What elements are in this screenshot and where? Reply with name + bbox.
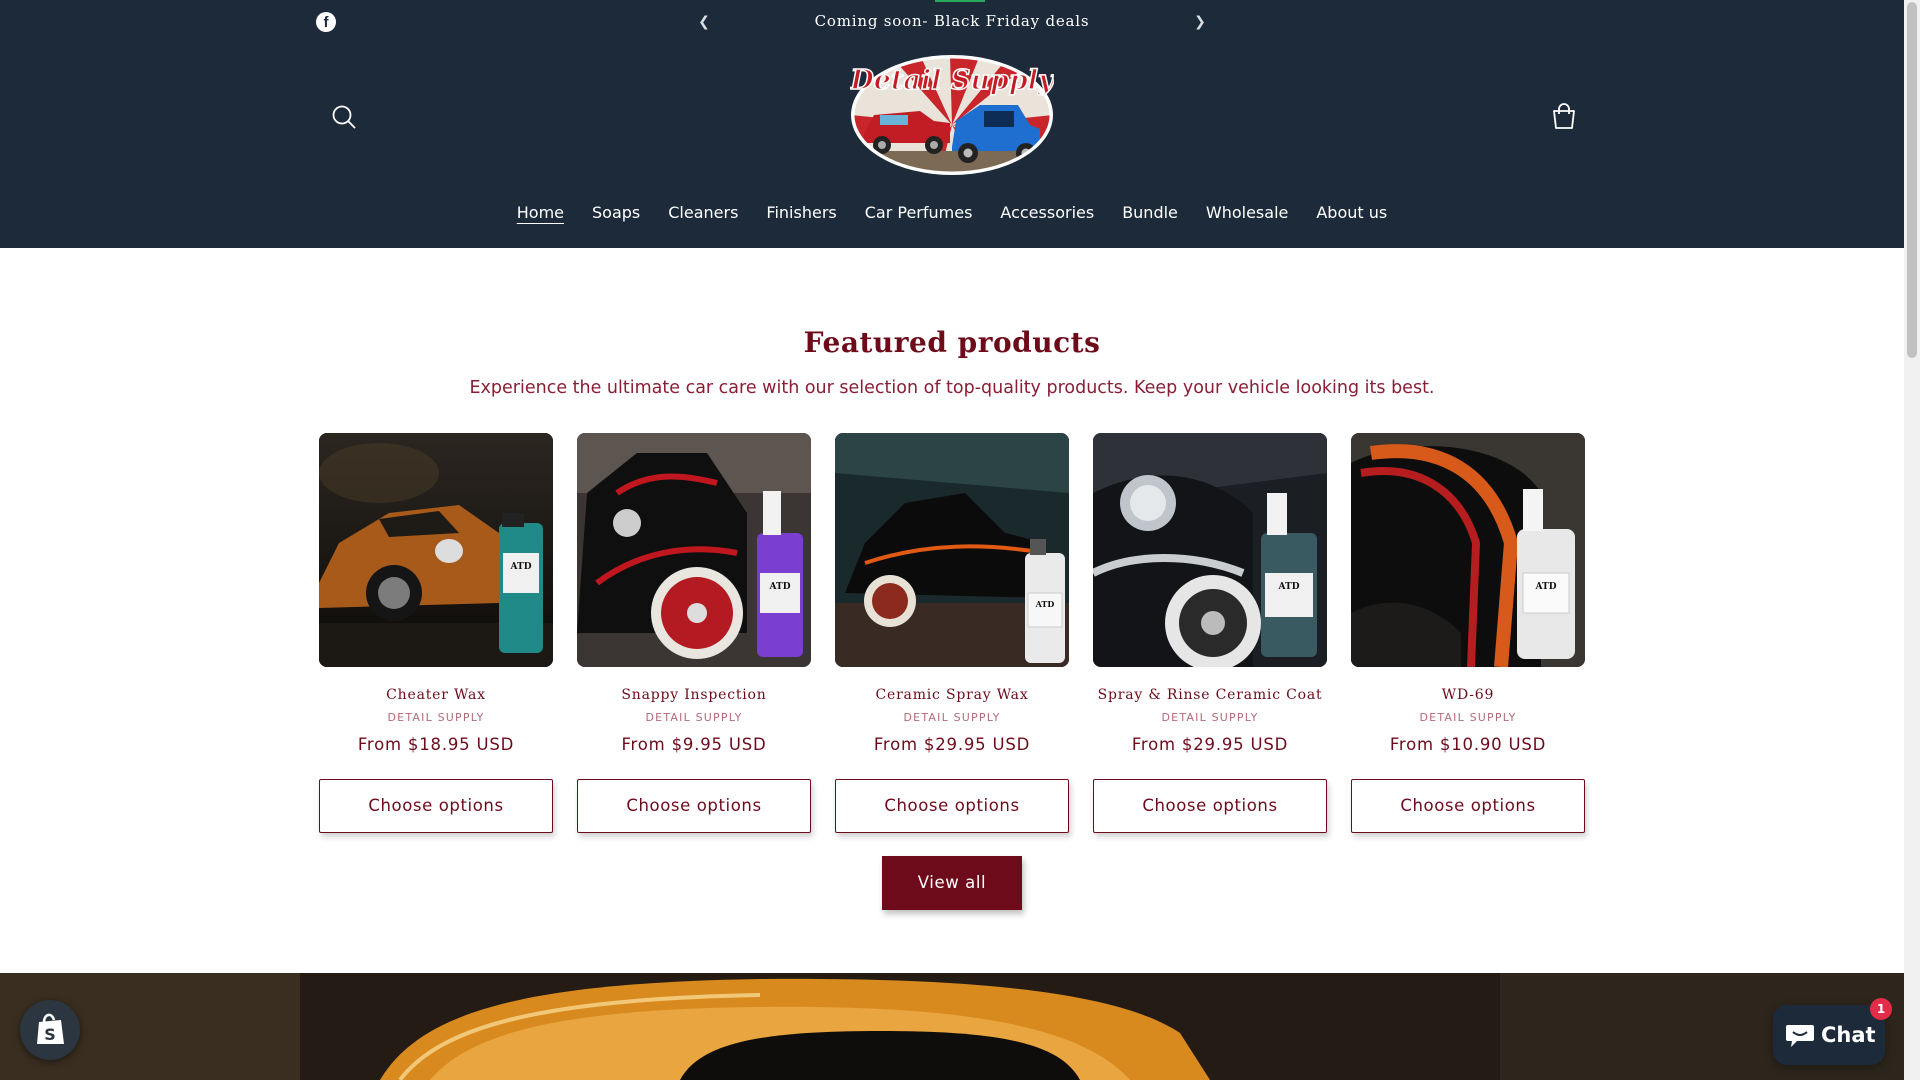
logo-text: Detail Supply: [850, 65, 1054, 96]
product-name[interactable]: Spray & Rinse Ceramic Coat: [1083, 687, 1337, 703]
nav-item-finishers[interactable]: Finishers: [752, 203, 850, 223]
announcement-bar: f ❮ Coming soon- Black Friday deals ❯: [0, 0, 1904, 43]
search-icon[interactable]: [326, 99, 362, 135]
product-name[interactable]: WD-69: [1341, 687, 1595, 703]
product-card: ATD Spray & Rinse Ceramic Coat DETAIL SU…: [1093, 433, 1327, 833]
product-price: From $18.95 USD: [357, 735, 515, 754]
product-image[interactable]: ATD: [1093, 433, 1327, 667]
product-image-label: ATD: [769, 582, 791, 592]
choose-options-button[interactable]: Choose options: [835, 779, 1069, 833]
choose-options-button[interactable]: Choose options: [319, 779, 553, 833]
featured-subtitle: Experience the ultimate car care with ou…: [469, 378, 1435, 398]
choose-options-button[interactable]: Choose options: [1351, 779, 1585, 833]
page-scrollbar[interactable]: [1904, 0, 1920, 1080]
chat-bubble-icon: [1786, 1025, 1814, 1047]
product-image[interactable]: ATD: [319, 433, 553, 667]
product-vendor: DETAIL SUPPLY: [1161, 711, 1259, 724]
product-vendor: DETAIL SUPPLY: [645, 711, 743, 724]
view-all-button[interactable]: View all: [882, 856, 1022, 910]
product-image-label: ATD: [1035, 599, 1055, 609]
product-name[interactable]: Cheater Wax: [309, 687, 563, 703]
product-grid: ATD Cheater Wax DETAIL SUPPLY From $18.9…: [319, 433, 1585, 833]
chat-button[interactable]: Chat: [1773, 1005, 1885, 1065]
product-image[interactable]: ATD: [835, 433, 1069, 667]
cart-icon[interactable]: [1546, 99, 1582, 135]
nav-item-about-us[interactable]: About us: [1302, 203, 1401, 223]
scrollbar-thumb[interactable]: [1907, 2, 1917, 358]
nav-item-home[interactable]: Home: [503, 203, 578, 223]
site-header: Detail Supply Home Soaps Cleaners Finish…: [0, 43, 1904, 248]
page: f ❮ Coming soon- Black Friday deals ❯ De…: [0, 0, 1904, 1080]
product-card: ATD Cheater Wax DETAIL SUPPLY From $18.9…: [319, 433, 553, 833]
facebook-icon[interactable]: f: [316, 12, 336, 32]
nav-item-bundle[interactable]: Bundle: [1108, 203, 1192, 223]
featured-title: Featured products: [803, 326, 1101, 359]
product-price: From $10.90 USD: [1389, 735, 1547, 754]
main-navigation: Home Soaps Cleaners Finishers Car Perfum…: [0, 203, 1904, 223]
chevron-right-icon[interactable]: ❯: [1188, 10, 1212, 34]
nav-item-car-perfumes[interactable]: Car Perfumes: [851, 203, 987, 223]
choose-options-button[interactable]: Choose options: [577, 779, 811, 833]
product-card: ATD WD-69 DETAIL SUPPLY From $10.90 USD …: [1351, 433, 1585, 833]
product-image-label: ATD: [510, 562, 532, 572]
product-image[interactable]: ATD: [577, 433, 811, 667]
nav-item-wholesale[interactable]: Wholesale: [1192, 203, 1302, 223]
nav-item-accessories[interactable]: Accessories: [986, 203, 1108, 223]
chat-label: Chat: [1821, 1023, 1876, 1047]
product-price: From $29.95 USD: [1131, 735, 1289, 754]
product-price: From $9.95 USD: [621, 735, 767, 754]
product-image-label: ATD: [1535, 582, 1557, 592]
product-vendor: DETAIL SUPPLY: [1419, 711, 1517, 724]
product-vendor: DETAIL SUPPLY: [387, 711, 485, 724]
announcement-message: Coming soon- Black Friday deals: [814, 12, 1090, 30]
shopping-bag-icon: S: [37, 1013, 64, 1044]
product-price: From $29.95 USD: [873, 735, 1031, 754]
shop-badge-glyph: S: [44, 1025, 56, 1044]
choose-options-button[interactable]: Choose options: [1093, 779, 1327, 833]
product-image[interactable]: ATD: [1351, 433, 1585, 667]
product-name[interactable]: Ceramic Spray Wax: [825, 687, 1079, 703]
hero-image: [0, 973, 1904, 1080]
product-image-label: ATD: [1278, 582, 1300, 592]
product-vendor: DETAIL SUPPLY: [903, 711, 1001, 724]
chat-notification-badge: 1: [1870, 998, 1892, 1020]
product-card: ATD Ceramic Spray Wax DETAIL SUPPLY From…: [835, 433, 1069, 833]
product-name[interactable]: Snappy Inspection: [567, 687, 821, 703]
site-logo[interactable]: Detail Supply: [849, 55, 1057, 175]
announcement-indicator: [935, 0, 985, 2]
product-card: ATD Snappy Inspection DETAIL SUPPLY From…: [577, 433, 811, 833]
nav-item-soaps[interactable]: Soaps: [578, 203, 654, 223]
shop-app-badge[interactable]: S: [20, 1000, 80, 1060]
nav-item-cleaners[interactable]: Cleaners: [654, 203, 752, 223]
